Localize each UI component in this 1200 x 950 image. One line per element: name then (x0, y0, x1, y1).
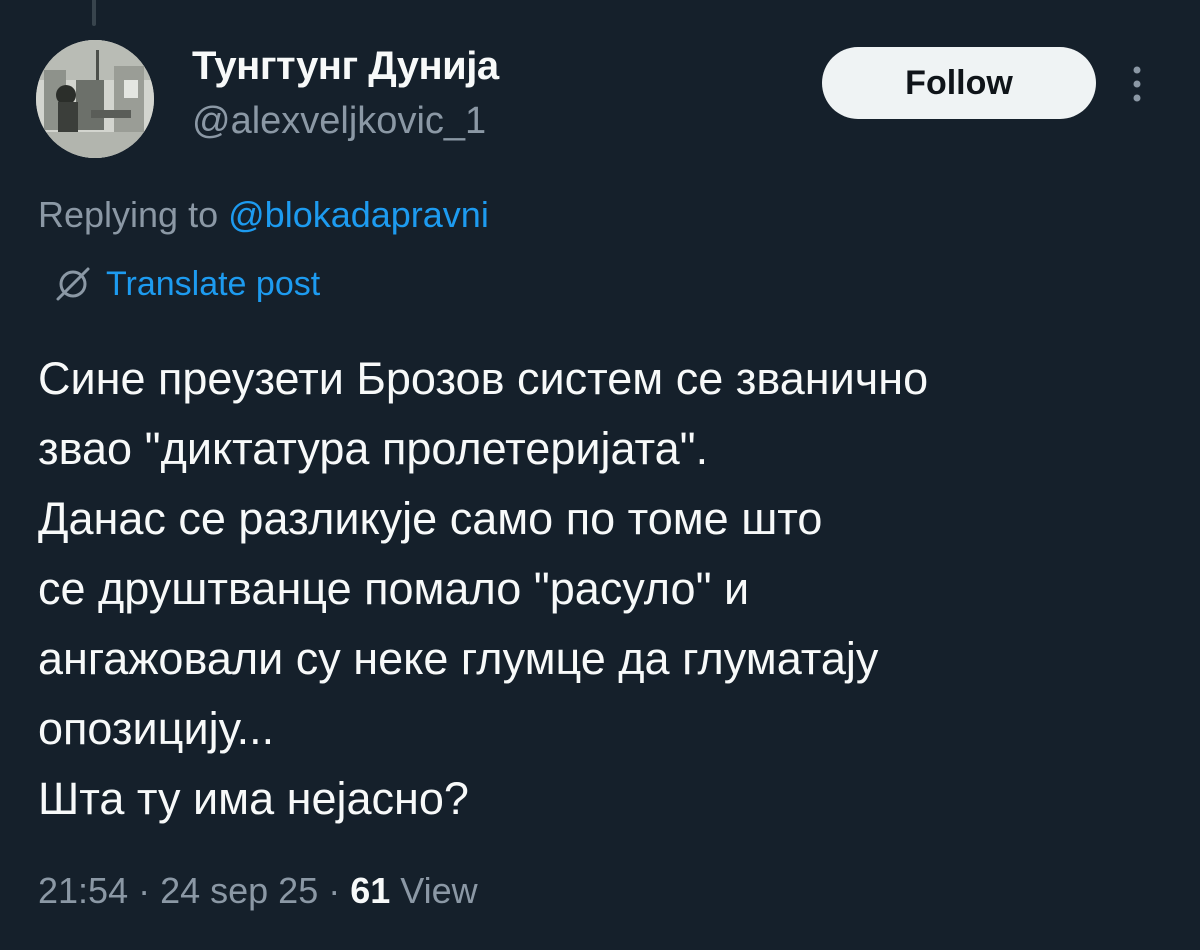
more-options-button[interactable] (1122, 62, 1152, 106)
post-time[interactable]: 21:54 (38, 870, 128, 912)
meta-separator: · (328, 870, 341, 911)
meta-separator: · (138, 870, 151, 911)
follow-button[interactable]: Follow (822, 47, 1096, 119)
author-handle[interactable]: @alexveljkovic_1 (192, 100, 486, 143)
translate-icon (56, 267, 90, 301)
replying-to: Replying to @blokadapravni (38, 194, 489, 236)
post-text-line: Шта ту има нејасно? (38, 773, 469, 824)
post-text-line: Данас се разликује само по томе што (38, 493, 823, 544)
views-label[interactable]: View (400, 870, 477, 912)
post-text-line: се друштванце помало "расуло" и (38, 563, 750, 614)
more-vertical-icon (1133, 66, 1141, 102)
post-text: Сине преузети Брозов систем се званично … (38, 344, 1168, 834)
avatar[interactable] (36, 40, 154, 158)
post-text-line: Сине преузети Брозов систем се званично (38, 353, 929, 404)
replying-to-prefix: Replying to (38, 194, 219, 235)
author-display-name[interactable]: Тунгтунг Дунија (192, 44, 499, 89)
translate-post-label: Translate post (106, 264, 321, 303)
reply-mention-link[interactable]: @blokadapravni (228, 194, 489, 235)
translate-post-link[interactable]: Translate post (52, 263, 320, 305)
post-text-line: ангажовали су неке глумце да глуматају (38, 633, 879, 684)
post-metadata: 21:54 · 24 sep 25 · 61 View (38, 870, 478, 912)
post-date[interactable]: 24 sep 25 (160, 870, 318, 912)
post-text-line: звао "диктатура пролетеријата". (38, 423, 709, 474)
views-count[interactable]: 61 (350, 870, 390, 912)
avatar-image (36, 40, 154, 158)
thread-connector-line (92, 0, 96, 26)
post-text-line: опозицију... (38, 703, 275, 754)
